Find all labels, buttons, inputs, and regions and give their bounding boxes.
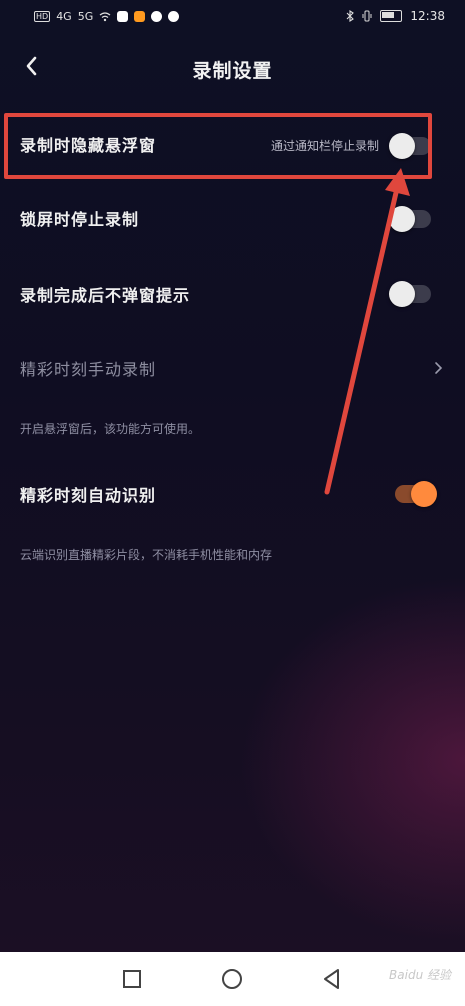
auto-highlight-toggle[interactable] bbox=[395, 481, 437, 507]
lock-stop-toggle[interactable] bbox=[389, 206, 431, 232]
system-navigation-bar: Baidu 经验 bbox=[0, 952, 465, 1006]
app-notification-icon bbox=[134, 11, 146, 22]
setting-row-no-popup[interactable]: 录制完成后不弹窗提示 bbox=[0, 272, 465, 316]
home-button[interactable] bbox=[218, 965, 246, 993]
status-tag-1: 4G bbox=[56, 10, 72, 23]
setting-row-auto-highlight[interactable]: 精彩时刻自动识别 bbox=[0, 472, 465, 516]
status-bar: HD 4G 5G 12:38 bbox=[0, 0, 465, 34]
setting-label: 锁屏时停止录制 bbox=[20, 210, 140, 229]
setting-label: 录制完成后不弹窗提示 bbox=[20, 286, 191, 305]
setting-label: 精彩时刻自动识别 bbox=[20, 486, 157, 505]
recent-apps-button[interactable] bbox=[118, 965, 146, 993]
status-time: 12:38 bbox=[410, 9, 445, 23]
watermark: Baidu 经验 bbox=[389, 968, 451, 982]
back-button[interactable] bbox=[318, 965, 346, 993]
nav-bar: 录制设置 bbox=[0, 44, 465, 90]
status-tag-2: 5G bbox=[77, 10, 94, 23]
chevron-right-icon bbox=[435, 362, 443, 374]
manual-highlight-hint: 开启悬浮窗后，该功能方可使用。 bbox=[20, 422, 201, 436]
app-notification-icon bbox=[168, 11, 180, 22]
toggle-knob bbox=[389, 281, 415, 307]
setting-row-manual-highlight[interactable]: 精彩时刻手动录制 bbox=[0, 347, 465, 391]
bluetooth-icon bbox=[347, 10, 355, 22]
auto-highlight-hint: 云端识别直播精彩片段，不消耗手机性能和内存 bbox=[20, 548, 273, 562]
toggle-knob bbox=[389, 206, 415, 232]
status-left: HD 4G 5G bbox=[34, 10, 180, 23]
page-title: 录制设置 bbox=[192, 60, 273, 82]
app-notification-icon bbox=[117, 11, 129, 22]
annotation-highlight-box bbox=[4, 113, 432, 179]
vibrate-icon bbox=[362, 10, 372, 22]
no-popup-toggle[interactable] bbox=[389, 281, 431, 307]
status-tag-0: HD bbox=[34, 11, 51, 22]
setting-label: 精彩时刻手动录制 bbox=[20, 360, 157, 379]
toggle-knob bbox=[411, 481, 437, 507]
status-right: 12:38 bbox=[346, 9, 445, 23]
wifi-icon bbox=[99, 11, 111, 21]
setting-row-lock-stop[interactable]: 锁屏时停止录制 bbox=[0, 196, 465, 240]
settings-screen: HD 4G 5G 12:38 录制设置 录制时隐藏悬浮窗 通过通知栏停止录制 锁… bbox=[0, 0, 465, 952]
app-notification-icon bbox=[151, 11, 163, 22]
battery-icon bbox=[380, 10, 403, 22]
